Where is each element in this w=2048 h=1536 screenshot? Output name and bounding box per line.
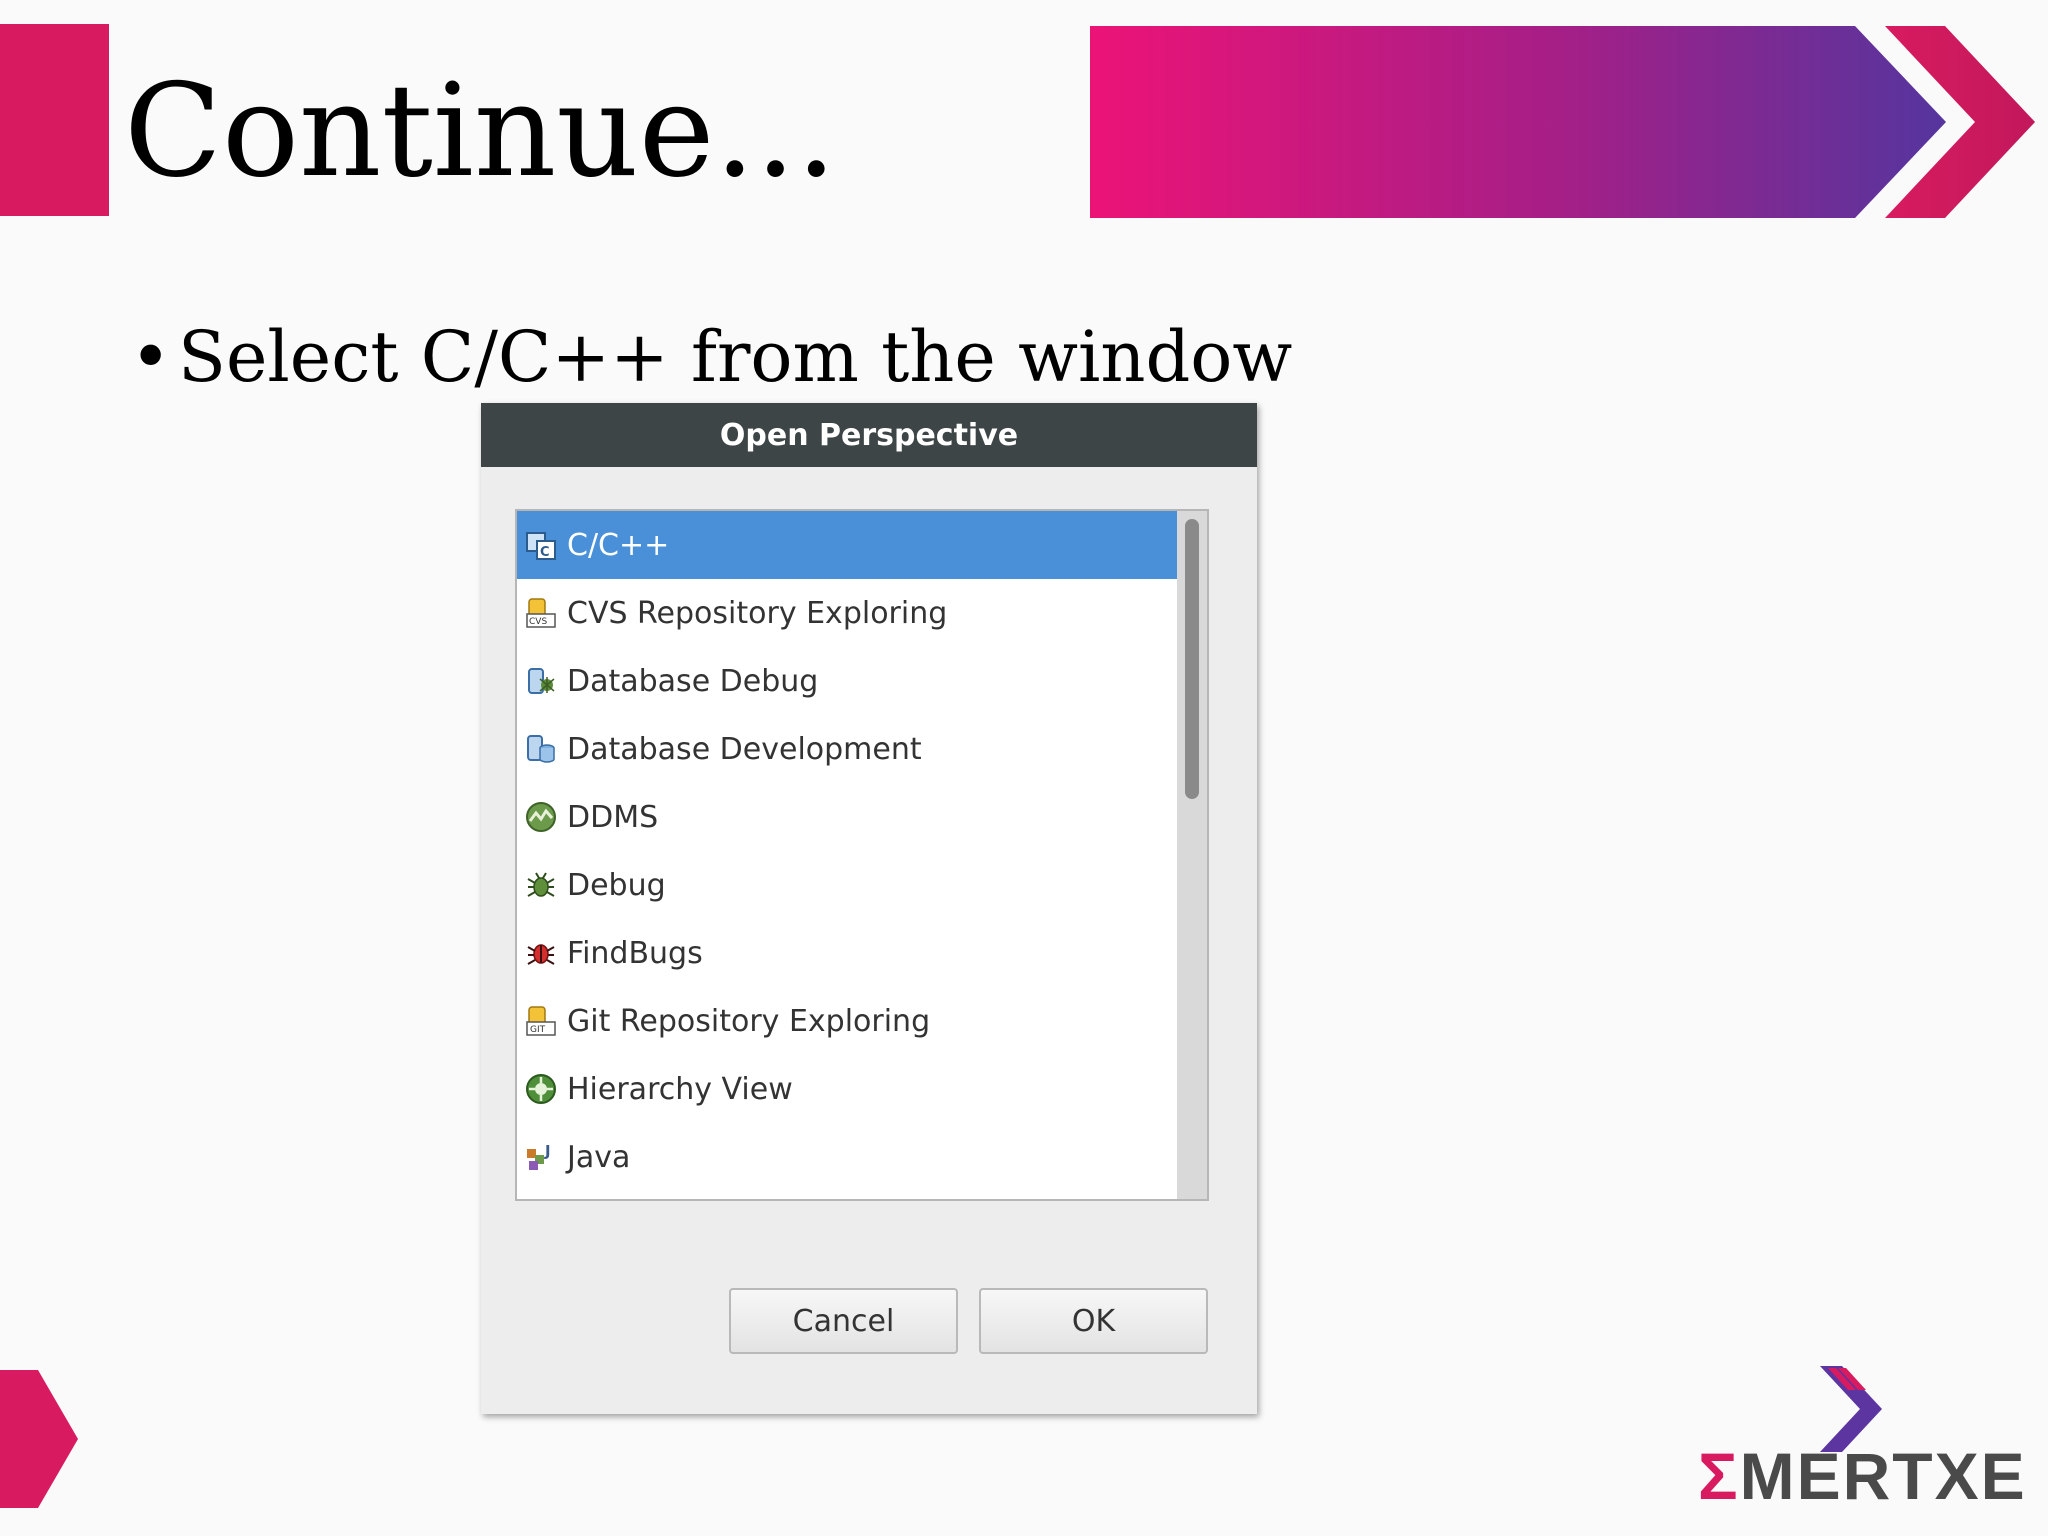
svg-text:CVS: CVS (529, 617, 547, 627)
java-perspective-icon: J (523, 1139, 559, 1175)
bullet-point: •Select C/C++ from the window (130, 312, 1292, 402)
dialog-title: Open Perspective (719, 417, 1019, 453)
item-label: C/C++ (567, 527, 670, 563)
item-label: Database Debug (567, 663, 819, 699)
list-item-hierarchy-view[interactable]: Hierarchy View (517, 1055, 1177, 1123)
logo-text: MERTXE (1739, 1439, 2027, 1513)
list-item-cvs-repository[interactable]: CVS CVS Repository Exploring (517, 579, 1177, 647)
list-item-ddms[interactable]: DDMS (517, 783, 1177, 851)
emertxe-logo: ΣMERTXE (1698, 1366, 2025, 1509)
database-development-icon (523, 731, 559, 767)
item-label: DDMS (567, 799, 659, 835)
logo-sigma: Σ (1698, 1439, 1740, 1513)
svg-text:J: J (544, 1142, 551, 1160)
list-item-database-development[interactable]: Database Development (517, 715, 1177, 783)
item-label: Java (567, 1139, 631, 1175)
item-label: FindBugs (567, 935, 703, 971)
bottom-left-arrow (0, 1370, 78, 1508)
bullet-text: Select C/C++ from the window (178, 316, 1293, 398)
item-label: Git Repository Exploring (567, 1003, 931, 1039)
dialog-titlebar[interactable]: Open Perspective (481, 403, 1257, 467)
list-item-cpp[interactable]: C C/C++ (517, 511, 1177, 579)
left-accent-bar (0, 24, 109, 216)
logo-wordmark: ΣMERTXE (1698, 1443, 2025, 1509)
header-banner (1090, 26, 2035, 218)
list-item-java[interactable]: J Java (517, 1123, 1177, 1191)
cvs-repository-icon: CVS (523, 595, 559, 631)
cpp-perspective-icon: C (523, 527, 559, 563)
perspective-list: C C/C++ CVS CVS Repository Exploring Dat… (515, 509, 1209, 1201)
ddms-icon (523, 799, 559, 835)
list-scrollbar[interactable] (1177, 511, 1207, 1199)
database-debug-icon (523, 663, 559, 699)
list-item-findbugs[interactable]: FindBugs (517, 919, 1177, 987)
findbugs-icon (523, 935, 559, 971)
hierarchy-view-icon (523, 1071, 559, 1107)
list-item-debug[interactable]: Debug (517, 851, 1177, 919)
list-item-git-repository[interactable]: GIT Git Repository Exploring (517, 987, 1177, 1055)
item-label: Debug (567, 867, 666, 903)
slide: Continue... •Select C/C++ from the windo… (0, 0, 2048, 1536)
slide-title: Continue... (124, 57, 837, 206)
svg-text:GIT: GIT (530, 1025, 546, 1035)
bullet-dot: • (130, 316, 172, 398)
open-perspective-dialog: Open Perspective C C/C++ CVS CVS Reposit… (481, 403, 1257, 1414)
debug-bug-icon (523, 867, 559, 903)
scrollbar-thumb[interactable] (1185, 519, 1199, 799)
item-label: Hierarchy View (567, 1071, 793, 1107)
list-item-database-debug[interactable]: Database Debug (517, 647, 1177, 715)
cancel-button[interactable]: Cancel (729, 1288, 958, 1354)
ok-button[interactable]: OK (979, 1288, 1208, 1354)
perspective-list-items: C C/C++ CVS CVS Repository Exploring Dat… (517, 511, 1177, 1191)
git-repository-icon: GIT (523, 1003, 559, 1039)
svg-text:C: C (540, 545, 550, 560)
item-label: CVS Repository Exploring (567, 595, 948, 631)
banner-band (1090, 26, 1946, 218)
item-label: Database Development (567, 731, 922, 767)
